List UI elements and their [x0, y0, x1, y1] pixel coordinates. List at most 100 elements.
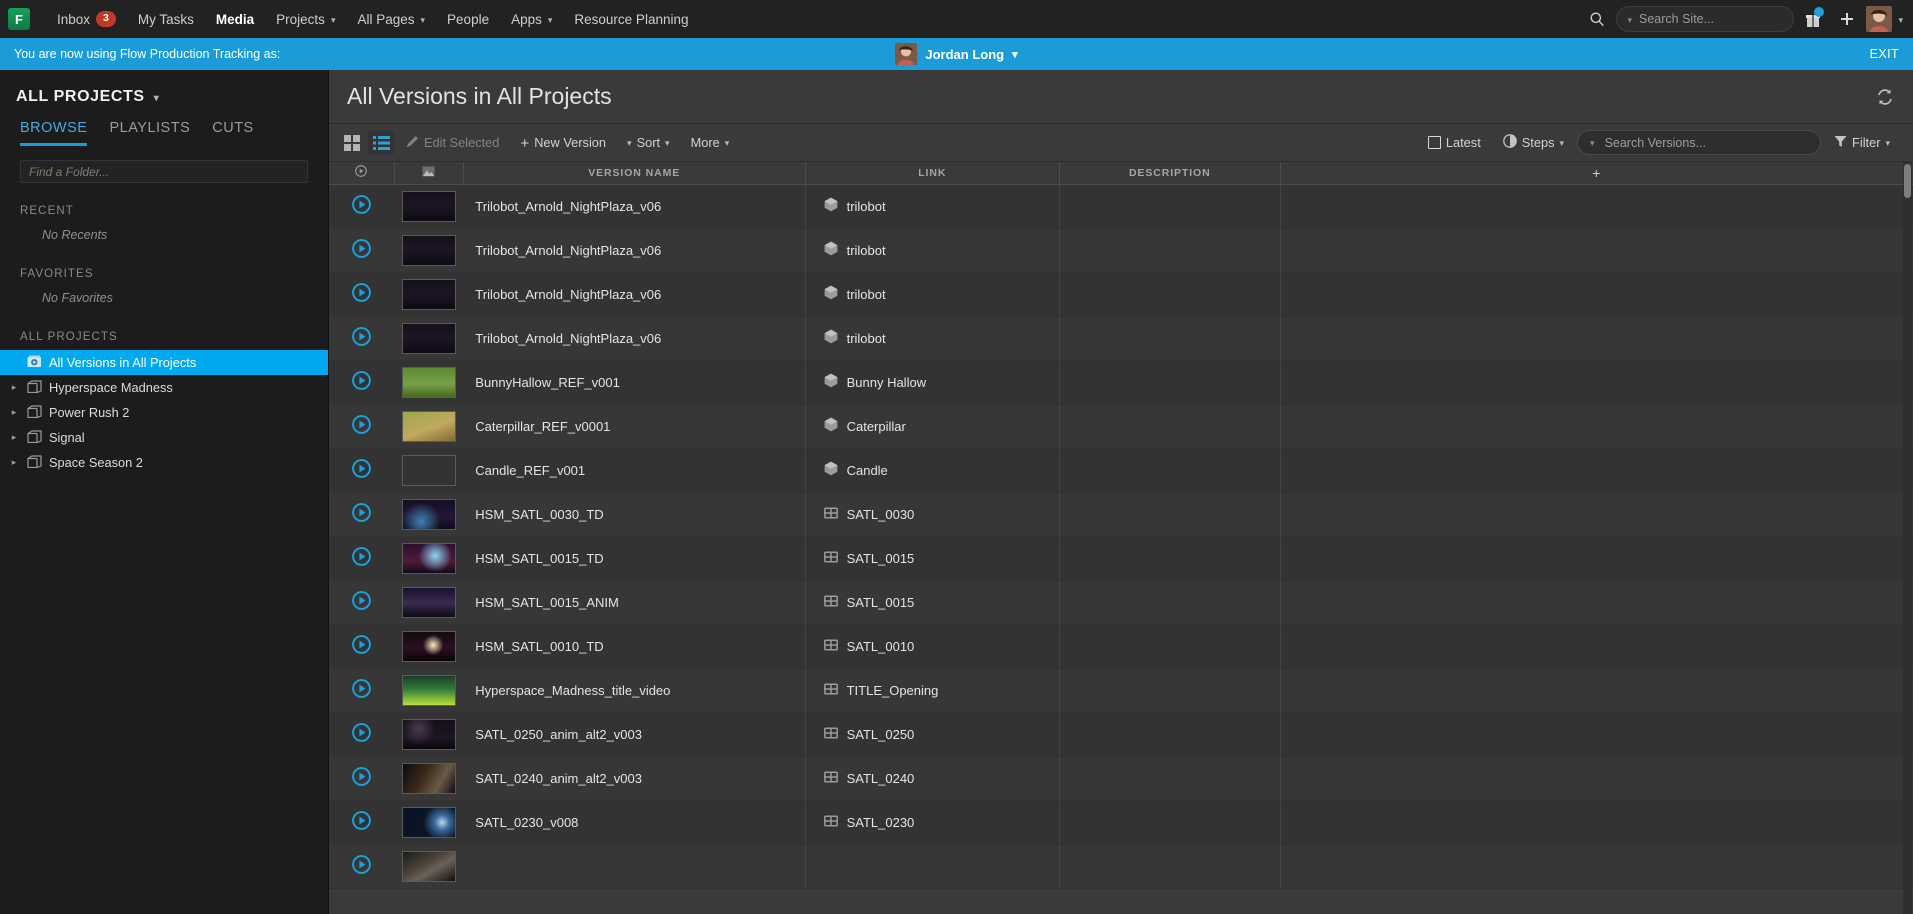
thumbnail-cell[interactable]: [394, 800, 464, 845]
version-name-cell[interactable]: [463, 844, 806, 889]
thumbnail-cell[interactable]: [394, 448, 464, 493]
play-button-icon[interactable]: [352, 811, 371, 830]
play-button-icon[interactable]: [352, 679, 371, 698]
link-cell[interactable]: SATL_0010: [805, 624, 1060, 669]
thumbnail-cell[interactable]: [394, 492, 464, 537]
link-label[interactable]: SATL_0240: [847, 771, 915, 786]
description-cell[interactable]: [1059, 360, 1281, 405]
table-row[interactable]: Trilobot_Arnold_NightPlaza_v06 trilobot: [329, 228, 1913, 273]
link-label[interactable]: SATL_0250: [847, 727, 915, 742]
chevron-right-icon[interactable]: ▸: [8, 382, 20, 393]
link-cell[interactable]: Candle: [805, 448, 1060, 493]
play-cell[interactable]: [329, 580, 395, 625]
link-column-header[interactable]: LINK: [805, 162, 1060, 185]
play-cell[interactable]: [329, 668, 395, 713]
grid-view-icon[interactable]: [339, 131, 365, 155]
sidebar-item-power-rush-2[interactable]: ▸ Power Rush 2: [0, 400, 328, 425]
link-label[interactable]: SATL_0010: [847, 639, 915, 654]
play-button-icon[interactable]: [352, 415, 371, 434]
description-cell[interactable]: [1059, 272, 1281, 317]
description-cell[interactable]: [1059, 624, 1281, 669]
thumbnail-image[interactable]: [401, 674, 456, 706]
description-cell[interactable]: [1059, 492, 1281, 537]
chevron-right-icon[interactable]: ▸: [8, 457, 20, 468]
search-icon[interactable]: [1582, 4, 1612, 34]
play-button-icon[interactable]: [352, 635, 371, 654]
description-cell[interactable]: [1059, 844, 1281, 889]
more-button[interactable]: More ▾: [682, 130, 739, 156]
description-cell[interactable]: [1059, 228, 1281, 273]
sidebar-item-signal[interactable]: ▸ Signal: [0, 425, 328, 450]
table-row[interactable]: Candle_REF_v001 Candle: [329, 448, 1913, 493]
chevron-down-icon[interactable]: ▾: [1012, 48, 1018, 61]
thumbnail-image[interactable]: [401, 850, 456, 882]
refresh-icon[interactable]: [1875, 87, 1895, 107]
version-name-cell[interactable]: Hyperspace_Madness_title_video: [463, 668, 806, 713]
description-column-header[interactable]: DESCRIPTION: [1059, 162, 1281, 185]
sudo-banner-user-group[interactable]: Jordan Long ▾: [0, 43, 1913, 65]
play-button-icon[interactable]: [352, 855, 371, 874]
link-label[interactable]: trilobot: [847, 287, 886, 302]
new-version-button[interactable]: + New Version: [511, 130, 615, 156]
thumbnail-column-header[interactable]: [394, 162, 464, 185]
filter-button[interactable]: Filter ▾: [1825, 130, 1899, 156]
link-cell[interactable]: SATL_0030: [805, 492, 1060, 537]
link-cell[interactable]: trilobot: [805, 316, 1060, 361]
version-name-cell[interactable]: HSM_SATL_0015_ANIM: [463, 580, 806, 625]
nav-item-media[interactable]: Media: [205, 0, 265, 38]
version-name-cell[interactable]: Trilobot_Arnold_NightPlaza_v06: [463, 272, 806, 317]
version-name-cell[interactable]: SATL_0250_anim_alt2_v003: [463, 712, 806, 757]
sidebar-item-hyperspace-madness[interactable]: ▸ Hyperspace Madness: [0, 375, 328, 400]
version-name-cell[interactable]: HSM_SATL_0010_TD: [463, 624, 806, 669]
search-versions-input[interactable]: ▾ Search Versions...: [1577, 130, 1822, 155]
thumbnail-cell[interactable]: [394, 184, 464, 229]
link-cell[interactable]: SATL_0230: [805, 800, 1060, 845]
thumbnail-image[interactable]: [401, 322, 456, 354]
link-cell[interactable]: [805, 844, 1060, 889]
table-row[interactable]: [329, 844, 1913, 889]
link-label[interactable]: trilobot: [847, 199, 886, 214]
table-row[interactable]: Trilobot_Arnold_NightPlaza_v06 trilobot: [329, 184, 1913, 229]
sidebar-title[interactable]: ALL PROJECTS ▾: [0, 70, 328, 116]
link-label[interactable]: trilobot: [847, 243, 886, 258]
play-button-icon[interactable]: [352, 283, 371, 302]
description-cell[interactable]: [1059, 580, 1281, 625]
table-row[interactable]: Caterpillar_REF_v0001 Caterpillar: [329, 404, 1913, 449]
table-row[interactable]: Trilobot_Arnold_NightPlaza_v06 trilobot: [329, 272, 1913, 317]
table-row[interactable]: SATL_0230_v008 SATL_0230: [329, 800, 1913, 845]
version-name-cell[interactable]: Caterpillar_REF_v0001: [463, 404, 806, 449]
thumbnail-cell[interactable]: [394, 536, 464, 581]
play-cell[interactable]: [329, 184, 395, 229]
link-cell[interactable]: Bunny Hallow: [805, 360, 1060, 405]
table-row[interactable]: HSM_SATL_0030_TD SATL_0030: [329, 492, 1913, 537]
description-cell[interactable]: [1059, 712, 1281, 757]
thumbnail-image[interactable]: [401, 410, 456, 442]
version-name-cell[interactable]: Trilobot_Arnold_NightPlaza_v06: [463, 184, 806, 229]
plus-icon[interactable]: [1832, 4, 1862, 34]
description-cell[interactable]: [1059, 668, 1281, 713]
link-label[interactable]: SATL_0015: [847, 551, 915, 566]
sidebar-item-space-season-2[interactable]: ▸ Space Season 2: [0, 450, 328, 475]
link-label[interactable]: SATL_0030: [847, 507, 915, 522]
app-logo-icon[interactable]: F: [8, 8, 30, 30]
play-cell[interactable]: [329, 844, 395, 889]
nav-item-projects[interactable]: Projects ▾: [265, 0, 346, 38]
table-row[interactable]: HSM_SATL_0015_TD SATL_0015: [329, 536, 1913, 581]
thumbnail-cell[interactable]: [394, 404, 464, 449]
versions-table-container[interactable]: VERSION NAME LINK DESCRIPTION + Trilobot…: [329, 162, 1913, 914]
table-row[interactable]: SATL_0240_anim_alt2_v003 SATL_0240: [329, 756, 1913, 801]
gift-icon[interactable]: [1798, 4, 1828, 34]
thumbnail-cell[interactable]: [394, 712, 464, 757]
thumbnail-cell[interactable]: [394, 756, 464, 801]
play-cell[interactable]: [329, 360, 395, 405]
thumbnail-image[interactable]: [401, 542, 456, 574]
description-cell[interactable]: [1059, 756, 1281, 801]
link-label[interactable]: SATL_0015: [847, 595, 915, 610]
thumbnail-image[interactable]: [401, 762, 456, 794]
version-name-cell[interactable]: SATL_0240_anim_alt2_v003: [463, 756, 806, 801]
thumbnail-cell[interactable]: [394, 844, 464, 889]
play-button-icon[interactable]: [352, 767, 371, 786]
play-cell[interactable]: [329, 712, 395, 757]
thumbnail-image[interactable]: [401, 718, 456, 750]
play-cell[interactable]: [329, 448, 395, 493]
